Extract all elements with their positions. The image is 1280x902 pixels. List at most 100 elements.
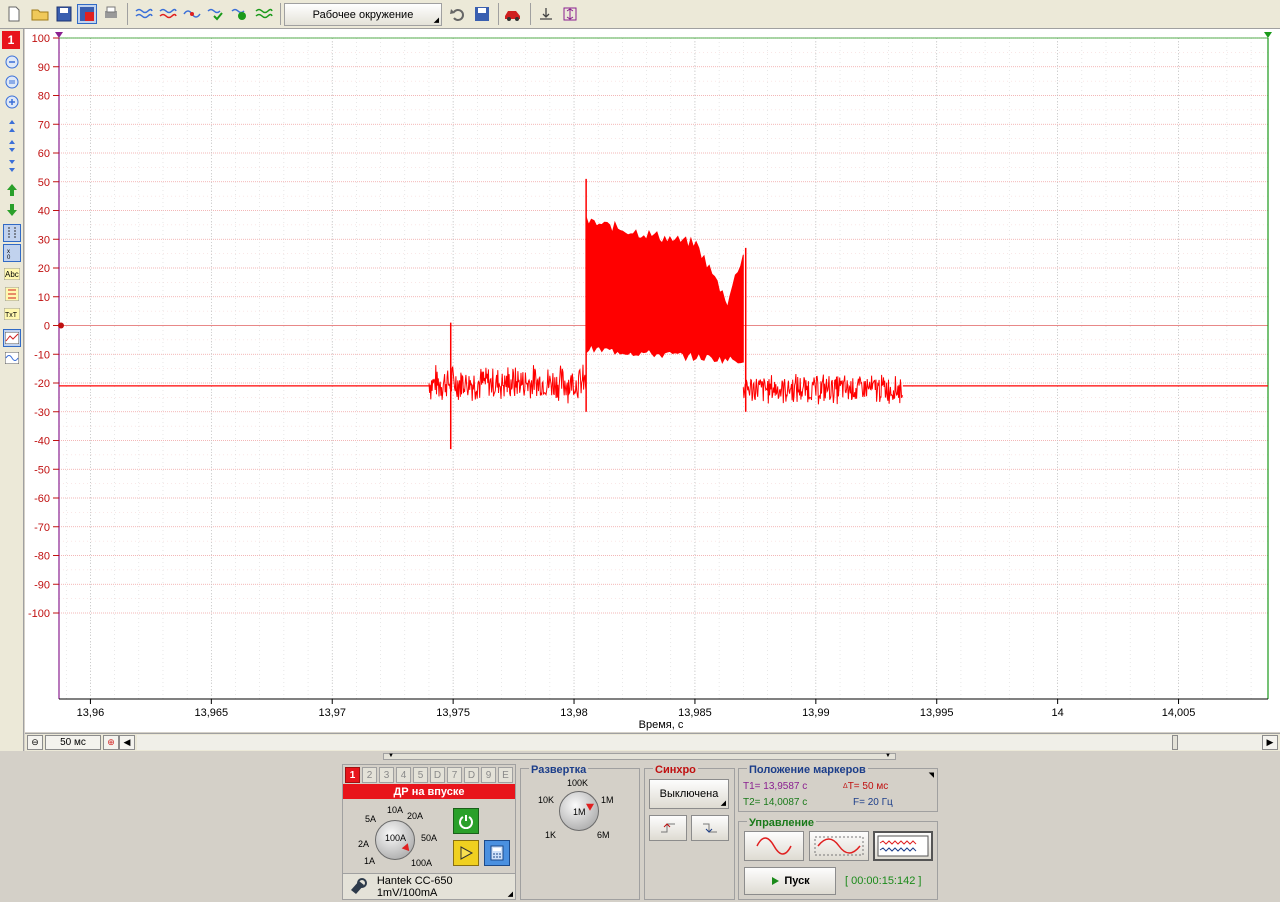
zoom-out-icon[interactable] — [3, 53, 21, 71]
channel-tab-2[interactable]: 2 — [362, 767, 377, 783]
sine-wave-icon — [756, 837, 792, 855]
knob-label-50a: 50A — [421, 833, 438, 843]
new-file-icon[interactable] — [4, 4, 24, 24]
recorder-waves-icon — [877, 835, 929, 857]
sweep-label-1k: 1K — [545, 830, 557, 840]
scroll-right-button[interactable]: ▶ — [1262, 735, 1278, 750]
save-workspace-icon[interactable] — [472, 4, 492, 24]
y-tick-label: 100 — [32, 33, 50, 45]
channel-tab-10[interactable]: E — [498, 767, 513, 783]
channel-tab-5[interactable]: 5 — [413, 767, 428, 783]
channel-tab-3[interactable]: 3 — [379, 767, 394, 783]
x-tick-label: 13,98 — [560, 707, 588, 719]
save-red-icon[interactable] — [77, 4, 97, 24]
print-icon[interactable] — [101, 4, 121, 24]
text-label-icon[interactable]: Abc — [3, 265, 21, 283]
sweep-label-10k: 10K — [538, 795, 555, 805]
marker-values-icon[interactable]: x0 — [3, 244, 21, 262]
channel-tab-9[interactable]: 9 — [481, 767, 496, 783]
timebase-decrease-button[interactable]: ⊖ — [27, 735, 43, 750]
continuous-mode-button[interactable] — [809, 831, 869, 861]
shift-updown-icon[interactable] — [3, 137, 21, 155]
marker-t1-handle — [55, 32, 63, 38]
environment-label: Рабочее окружение — [312, 8, 414, 21]
car-icon[interactable] — [503, 4, 523, 24]
sync-falling-edge-button[interactable] — [691, 815, 729, 841]
value-list-icon[interactable] — [3, 285, 21, 303]
channel-calculator-button[interactable] — [484, 840, 510, 866]
control-area: ▼ ▼ 12345D7D9E ДР на впуске 10A 20A 5A 50… — [0, 751, 1280, 902]
play-triangle-icon — [460, 846, 474, 860]
oscilloscope-plot[interactable]: 100 90 80 70 60 50 40 30 20 10 0 -10 -20 -30 -40 -50 -60… — [25, 29, 1280, 732]
dropdown-corner-icon: ◥ — [928, 772, 934, 779]
y-tick-label: -50 — [34, 464, 50, 476]
arrow-down-green-icon[interactable] — [3, 201, 21, 219]
rising-edge-icon — [661, 823, 675, 833]
control-title: Управление — [747, 817, 817, 829]
channel-tab-6[interactable]: D — [430, 767, 445, 783]
channel-tab-8[interactable]: D — [464, 767, 479, 783]
signal-chart[interactable]: 1009080706050403020100-10-20-30-40-50-60… — [25, 29, 1280, 732]
sync-rising-edge-button[interactable] — [649, 815, 687, 841]
current-clamp-icon — [351, 877, 367, 894]
sync-mode-button[interactable]: Выключена ◢ — [649, 779, 729, 809]
waves-settings-icon[interactable] — [254, 4, 274, 24]
open-folder-icon[interactable] — [30, 4, 50, 24]
start-label: Пуск — [784, 875, 810, 887]
save-icon[interactable] — [54, 4, 74, 24]
arrow-up-green-icon[interactable] — [3, 181, 21, 199]
time-text-icon[interactable]: TxT — [3, 305, 21, 323]
channel-1-indicator[interactable]: 1 — [2, 31, 20, 49]
graph-view-alt-icon[interactable] — [3, 349, 21, 367]
y-tick-label: -70 — [34, 522, 50, 534]
scroll-track[interactable] — [137, 735, 1262, 750]
graph-view-icon[interactable] — [3, 329, 21, 347]
shift-up-small-icon[interactable] — [3, 117, 21, 135]
x-tick-label: 13,99 — [802, 707, 830, 719]
sweep-panel: Развертка 100K 10K 1M 1K 6M 1M — [520, 764, 640, 900]
waves-icon-2[interactable] — [158, 4, 178, 24]
x-tick-label: 13,985 — [678, 707, 712, 719]
scroll-thumb[interactable] — [1172, 735, 1178, 750]
start-button[interactable]: Пуск — [744, 867, 836, 895]
sync-title: Синхро — [653, 764, 698, 776]
dropdown-corner-icon: ◢ — [507, 891, 513, 898]
knob-label-100a: 100A — [411, 858, 433, 868]
zoom-in-icon[interactable] — [3, 93, 21, 111]
record-timer: [ 00:00:15:142 ] — [845, 875, 922, 887]
waves-icon-3[interactable] — [182, 4, 202, 24]
undo-icon[interactable] — [448, 4, 468, 24]
environment-dropdown[interactable]: Рабочее окружение ◢ — [284, 3, 442, 26]
waves-one-icon[interactable] — [230, 4, 250, 24]
timebase-increase-button[interactable]: ⊕ — [103, 735, 119, 750]
waves-check-icon[interactable] — [206, 4, 226, 24]
sweep-title: Развертка — [529, 764, 589, 776]
waves-icon-1[interactable] — [134, 4, 154, 24]
channel-power-button[interactable] — [453, 808, 479, 834]
dropdown-corner-icon: ◢ — [433, 17, 439, 24]
channel-play-button[interactable] — [453, 840, 479, 866]
power-icon — [459, 815, 473, 829]
y-tick-label: -90 — [34, 579, 50, 591]
recorder-mode-button[interactable] — [873, 831, 933, 861]
sync-mode-label: Выключена — [659, 788, 719, 800]
channel-tab-4[interactable]: 4 — [396, 767, 411, 783]
probe-selector[interactable]: Hantek CC-650 1mV/100mA ◢ — [343, 873, 515, 899]
single-mode-button[interactable] — [744, 831, 804, 861]
y-tick-label: -100 — [28, 608, 50, 620]
channel-tab-7[interactable]: 7 — [447, 767, 462, 783]
channel-tab-1[interactable]: 1 — [345, 767, 360, 783]
shift-down-small-icon[interactable] — [3, 157, 21, 175]
marker-cursor-icon[interactable] — [3, 224, 21, 242]
marker-t2-handle — [1264, 32, 1272, 38]
y-tick-label: 90 — [38, 62, 50, 74]
fit-vertical-icon[interactable] — [560, 4, 580, 24]
panel-splitter[interactable]: ▼ ▼ — [383, 753, 896, 760]
zoom-reset-icon[interactable] — [3, 73, 21, 91]
y-tick-label: 10 — [38, 292, 50, 304]
scroll-left-button[interactable]: ◀ — [119, 735, 135, 750]
probe-name: Hantek CC-650 1mV/100mA — [376, 874, 453, 899]
y-tick-label: 40 — [38, 206, 50, 218]
play-icon — [772, 877, 780, 885]
zoom-fit-icon[interactable] — [536, 4, 556, 24]
